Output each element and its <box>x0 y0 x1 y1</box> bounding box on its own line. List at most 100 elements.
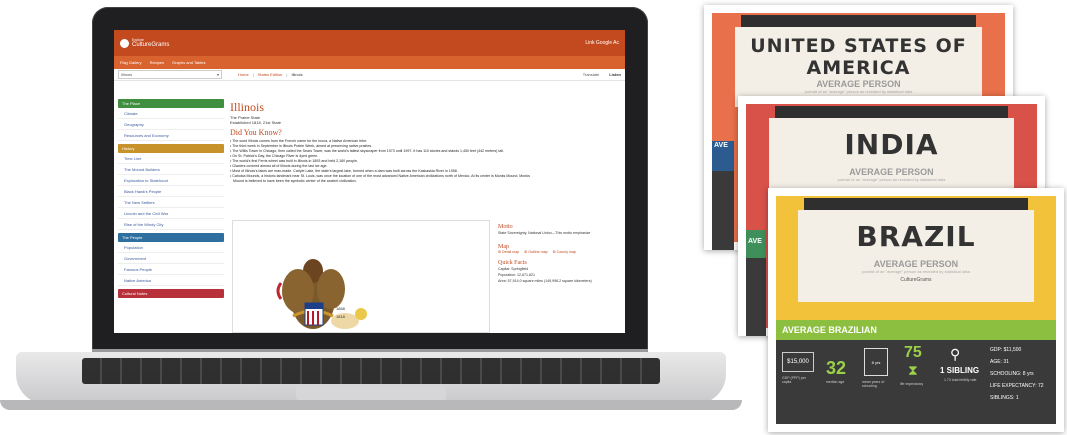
sidebar-item-resources[interactable]: Resources and Economy <box>118 130 224 141</box>
map-link-outline[interactable]: ⊞ Outline map <box>524 250 547 254</box>
illinois-seal-icon <box>276 259 367 329</box>
sidebar-item-famous-people[interactable]: Famous People <box>118 264 224 275</box>
stats-list: GDP: $11,500 AGE: 31 SCHOOLING: 8 yrs LI… <box>990 344 1044 404</box>
schooling-icon: 8 yrs <box>864 348 888 376</box>
sidebar-section-history[interactable]: History <box>118 144 224 153</box>
breadcrumb-current: Illinois <box>291 72 303 77</box>
gdp-icon: $15,000 <box>782 352 814 372</box>
section-title: The People <box>122 235 143 240</box>
stage: Explore CultureGrams Link Google Ac Flag… <box>0 0 1067 435</box>
breadcrumb: Home | States Edition | Illinois <box>238 72 303 77</box>
sidebar-item-mound-builders[interactable]: The Mound Builders <box>118 164 224 175</box>
main-content: Illinois The Prairie State Established 1… <box>230 100 625 184</box>
panel-heading: AVERAGE BRAZILIAN <box>782 325 877 335</box>
sidebar-item-lincoln[interactable]: Lincoln and the Civil War <box>118 208 224 219</box>
nav-flag-gallery[interactable]: Flag Gallery <box>120 60 142 65</box>
stat-gdp: GDP: $11,500 <box>990 347 1022 353</box>
fact-text: Most of Illinois's lakes are man-made. C… <box>232 169 458 173</box>
life-expectancy-caption: life expectancy <box>900 382 924 386</box>
chevron-down-icon: ▾ <box>216 72 219 77</box>
card-title-line2: AMERICA <box>806 57 911 79</box>
motto-text: State Sovereignty, National Union—This m… <box>498 231 591 235</box>
median-age-caption: median age <box>826 380 845 384</box>
map-link-label: County map <box>556 250 577 254</box>
map-link-label: Outline map <box>528 250 548 254</box>
laptop-keyboard <box>82 358 660 384</box>
breadcrumb-separator: | <box>286 72 288 77</box>
sidebar-item-population[interactable]: Population <box>118 242 224 253</box>
laptop-screen: Explore CultureGrams Link Google Ac Flag… <box>114 30 625 333</box>
laptop-base-lip <box>0 400 742 410</box>
gdp-box-value: $15,000 <box>787 359 809 365</box>
sidebar-item-government[interactable]: Government <box>118 253 224 264</box>
hourglass-icon: ⧗ <box>908 362 918 378</box>
area-text: Area: 57,914.0 square miles (149,998.2 s… <box>498 279 592 283</box>
school-years: 8 yrs <box>871 359 881 365</box>
state-select[interactable]: Illinois ▾ <box>118 70 222 79</box>
section-title: Cultural Notes <box>122 291 148 296</box>
state-select-value: Illinois <box>121 72 133 77</box>
nav-recipes[interactable]: Recipes <box>150 60 164 65</box>
infographic-card-brazil[interactable]: BRAZIL AVERAGE PERSON portrait of an "av… <box>768 188 1064 432</box>
sidebar-item-time-line[interactable]: Time Line <box>118 153 224 164</box>
card-subtitle: AVERAGE PERSON <box>816 79 901 89</box>
state-seal-image: 1868 1818 <box>232 220 490 333</box>
siblings-caption: 1.73 total fertility rate <box>944 378 977 382</box>
map-link-label: Detail map <box>502 250 520 254</box>
map-link-county[interactable]: ⊞ County map <box>553 250 576 254</box>
sidebar-item-windy-city[interactable]: Rise of the Windy City <box>118 219 224 230</box>
sidebar-item-climate[interactable]: Climate <box>118 108 224 119</box>
site-header: Explore CultureGrams Link Google Ac <box>114 30 625 56</box>
card-subtitle: AVERAGE PERSON <box>873 259 959 269</box>
average-brazilian-banner: AVERAGE BRAZILIAN <box>776 320 1056 340</box>
section-title: History <box>122 146 135 151</box>
fact-text: The third week in September is Illinois … <box>232 144 373 148</box>
side-label: AVE <box>748 238 762 245</box>
stat-life-expectancy: LIFE EXPECTANCY: 72 <box>990 383 1044 389</box>
gdp-caption: GDP (PPP) per capita <box>782 376 806 384</box>
usa-side-label: AVE <box>714 142 728 149</box>
laptop-trackpad <box>296 386 446 400</box>
sidebar-item-black-hawk[interactable]: Black Hawk's People <box>118 186 224 197</box>
sidebar-section-cultural-notes[interactable]: Cultural Notes <box>118 289 224 298</box>
card-tagline: portrait of an "average" person as revea… <box>804 89 913 94</box>
stats-panel: $15,000 GDP (PPP) per capita 32 median a… <box>776 340 1056 424</box>
sidebar-section-the-people[interactable]: The People <box>118 233 224 242</box>
life-expectancy-value: 75 <box>904 344 922 361</box>
seal-date-1868: 1868 <box>336 306 345 311</box>
fact-text: Mound is believed to have been the symbo… <box>233 179 357 183</box>
sidebar-section-the-place[interactable]: The Place <box>118 99 224 108</box>
culturegrams-logo-icon[interactable] <box>120 38 129 48</box>
breadcrumb-home[interactable]: Home <box>238 72 249 77</box>
fact-item-continued: Mound is believed to have been the symbo… <box>230 179 625 184</box>
location-bar: Illinois ▾ Home | States Edition | Illin… <box>114 69 625 81</box>
listen-button[interactable]: Listen <box>609 72 621 77</box>
card-title: UNITED STATES OF <box>750 35 967 57</box>
page-title: Illinois <box>230 100 265 114</box>
right-column: Motto State Sovereignty, National Union—… <box>498 220 623 284</box>
sidebar-item-native-america[interactable]: Native America <box>118 275 224 286</box>
card-tagline: portrait of an "average" person as revea… <box>862 269 970 274</box>
card-brand: CultureGrams <box>900 277 932 283</box>
section-title: The Place <box>122 101 141 106</box>
seal-date-1818: 1818 <box>336 314 345 319</box>
fact-text: On St. Patrick's Day, the Chicago River … <box>232 154 319 158</box>
map-link-detail[interactable]: ⊞ Detail map <box>498 250 519 254</box>
schooling-caption: mean years of schooling <box>862 380 885 388</box>
sidebar: The Place Climate Geography Resources an… <box>118 96 224 298</box>
sidebar-item-geography[interactable]: Geography <box>118 119 224 130</box>
sidebar-item-new-settlers[interactable]: The New Settlers <box>118 197 224 208</box>
top-right-link[interactable]: Link Google Ac <box>585 40 619 46</box>
main-nav: Flag Gallery Recipes Graphs and Tables <box>114 56 625 69</box>
site-brand[interactable]: Explore CultureGrams <box>132 38 169 48</box>
nav-graphs-tables[interactable]: Graphs and Tables <box>172 60 206 65</box>
did-you-know-heading: Did You Know? <box>230 128 282 137</box>
median-age-value: 32 <box>826 358 847 378</box>
brand-name: CultureGrams <box>132 42 170 48</box>
siblings-value: 1 SIBLING <box>940 366 980 375</box>
translate-button[interactable]: Translate <box>583 72 600 77</box>
breadcrumb-states-edition[interactable]: States Edition <box>258 72 283 77</box>
card-title: INDIA <box>844 128 939 161</box>
sidebar-item-exploration[interactable]: Exploration to Statehood <box>118 175 224 186</box>
fact-text: The word Illinois comes from the French … <box>232 139 368 143</box>
